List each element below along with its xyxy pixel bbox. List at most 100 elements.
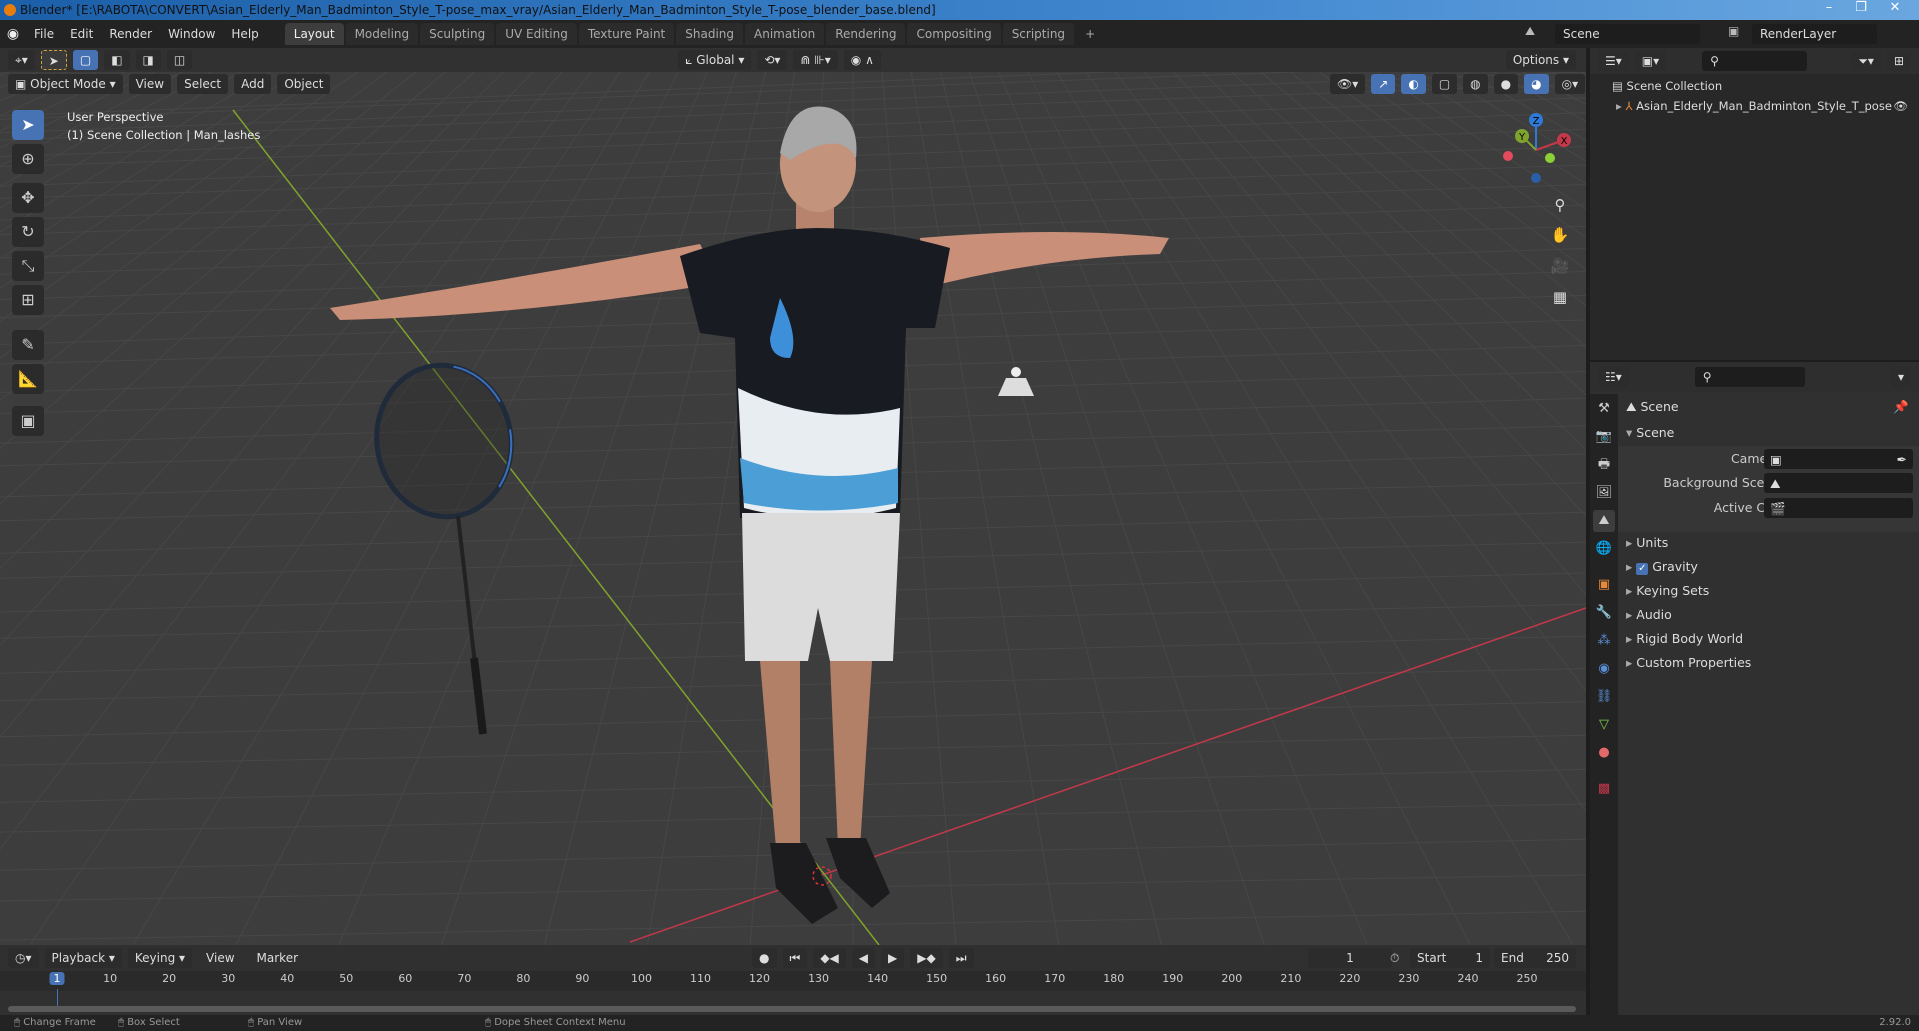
subpanel-rigid-body-world[interactable]: ▸ Rigid Body World [1626,628,1913,650]
transform-orientation-dropdown[interactable]: ⟀ Global ▾ [678,50,752,70]
material-preview-shading-icon[interactable]: ◕ [1524,74,1549,94]
add-cube-tool-icon[interactable]: ▣ [12,406,44,436]
texture-tab-icon[interactable]: ▩ [1593,778,1615,800]
material-tab-icon[interactable]: ● [1593,742,1615,764]
menu-window[interactable]: Window [160,27,223,41]
camera-field[interactable]: ▣ ✒ [1764,449,1913,469]
physics-tab-icon[interactable]: ◉ [1593,658,1615,680]
3d-viewport[interactable]: ⌖▾ ➤ ▢ ◧ ◨ ◫ ⟀ Global ▾ ⟲▾ ⋒ ⊪▾ ◉ ∧ Opti… [0,48,1586,945]
jump-start-icon[interactable]: ⏮ [782,948,808,968]
visibility-icon[interactable]: 👁▾ [1330,74,1366,94]
blender-menu-icon[interactable]: ◉ [0,26,26,42]
select-box-tool-icon[interactable]: ➤ [12,110,44,140]
select-mode-extend-icon[interactable]: ◧ [104,50,130,70]
playback-menu[interactable]: Playback ▾ [44,948,122,968]
keying-menu[interactable]: Keying ▾ [127,948,193,968]
timeline-editor-type-icon[interactable]: ◷▾ [8,948,39,968]
tab-shading[interactable]: Shading [676,23,743,45]
visibility-eye-icon[interactable]: 👁 [1893,96,1908,116]
scene-panel-header[interactable]: ▾ Scene [1626,422,1913,444]
menu-select[interactable]: Select [177,74,229,94]
select-mode-intersect-icon[interactable]: ◫ [166,50,193,70]
particles-tab-icon[interactable]: ⁂ [1593,630,1615,652]
perspective-toggle-icon[interactable]: ▦ [1547,284,1573,310]
view-layer-selector[interactable]: RenderLayer [1752,24,1877,44]
tab-uv-editing[interactable]: UV Editing [496,23,577,45]
properties-editor-type-icon[interactable]: ☷▾ [1598,367,1629,387]
mode-dropdown[interactable]: ▣ Object Mode ▾ [8,74,123,94]
menu-object[interactable]: Object [277,74,331,94]
prev-keyframe-icon[interactable]: ◆◀ [813,948,846,968]
cursor-tool-icon[interactable]: ⊕ [12,144,44,174]
gravity-checkbox[interactable]: ✓ [1636,563,1649,575]
current-frame-field[interactable]: 1 [1308,948,1392,968]
timeline-scrollbar[interactable] [8,1006,1576,1012]
menu-edit[interactable]: Edit [62,27,101,41]
modifier-tab-icon[interactable]: 🔧 [1593,602,1615,624]
zoom-icon[interactable]: ⚲ [1547,192,1573,218]
measure-tool-icon[interactable]: 📐 [12,364,44,394]
tab-layout[interactable]: Layout [284,23,344,45]
menu-view[interactable]: View [128,74,172,94]
scene-tab-icon[interactable]: ⛰ [1593,510,1615,532]
navigation-gizmo[interactable]: Z X Y [1496,108,1576,188]
add-workspace-button[interactable]: + [1076,23,1104,45]
play-icon[interactable]: ▶ [881,948,905,968]
play-reverse-icon[interactable]: ◀ [851,948,876,968]
menu-add[interactable]: Add [234,74,272,94]
next-keyframe-icon[interactable]: ▶◆ [910,948,943,968]
properties-search-input[interactable]: ⚲ [1694,367,1805,387]
marker-menu[interactable]: Marker [249,951,306,965]
tab-texture-paint[interactable]: Texture Paint [578,23,675,45]
annotate-tool-icon[interactable]: ✎ [12,330,44,360]
new-collection-icon[interactable]: ⊞ [1886,51,1911,71]
xray-icon[interactable]: ▢ [1431,74,1458,94]
subpanel-custom-properties[interactable]: ▸ Custom Properties [1626,652,1913,674]
timeline-view-menu[interactable]: View [198,951,242,965]
snap-icon[interactable]: ⋒ ⊪▾ [793,50,838,70]
object-tab-icon[interactable]: ▣ [1593,574,1615,596]
select-mode-new-icon[interactable]: ▢ [72,50,99,70]
proportional-editing-icon[interactable]: ◉ ∧ [843,50,881,70]
pin-icon[interactable]: 📌 [1893,396,1909,418]
move-tool-icon[interactable]: ✥ [12,183,44,213]
menu-render[interactable]: Render [101,27,160,41]
output-tab-icon[interactable]: 🖶 [1593,454,1615,476]
view-layer-filter-icon[interactable]: ▣▾ [1634,51,1667,71]
active-clip-field[interactable]: 🎬 [1764,498,1913,518]
tab-animation[interactable]: Animation [745,23,825,45]
pan-hand-icon[interactable]: ✋ [1547,222,1573,248]
tab-scripting[interactable]: Scripting [1002,23,1075,45]
auto-keying-icon[interactable]: ● [752,948,777,968]
playhead[interactable] [57,989,58,1006]
start-frame-field[interactable]: Start 1 [1410,948,1490,968]
transform-tool-icon[interactable]: ⊞ [12,285,44,315]
camera-view-icon[interactable]: 🎥 [1547,253,1573,279]
constraints-tab-icon[interactable]: ⛓ [1593,686,1615,708]
solid-shading-icon[interactable]: ● [1493,74,1519,94]
outliner-row-scene-collection[interactable]: ▤ Scene Collection [1612,76,1722,96]
gizmo-toggle-icon[interactable]: ↗ [1371,74,1396,94]
tab-compositing[interactable]: Compositing [907,23,1001,45]
world-tab-icon[interactable]: 🌐 [1593,538,1615,560]
render-tab-icon[interactable]: 📷 [1593,426,1615,448]
minimize-button[interactable]: – [1815,0,1843,18]
outliner-row-object[interactable]: ▸ ⅄ Asian_Elderly_Man_Badminton_Style_T_… [1616,96,1916,116]
close-button[interactable]: ✕ [1881,0,1909,18]
restore-button[interactable]: ❐ [1847,0,1875,18]
properties-options-icon[interactable]: ▾ [1890,367,1911,387]
subpanel-units[interactable]: ▸ Units [1626,532,1913,554]
overlays-icon[interactable]: ◐ [1401,74,1426,94]
scene-selector[interactable]: Scene [1555,24,1700,44]
subpanel-audio[interactable]: ▸ Audio [1626,604,1913,626]
options-dropdown[interactable]: Options ▾ [1505,50,1576,70]
view-layer-tab-icon[interactable]: 🖼 [1593,482,1615,504]
select-mode-subtract-icon[interactable]: ◨ [135,50,161,70]
outliner-search-input[interactable]: ⚲ [1702,51,1808,71]
data-tab-icon[interactable]: ▽ [1593,714,1615,736]
rendered-shading-icon[interactable]: ◎▾ [1554,74,1586,94]
pivot-point-icon[interactable]: ⟲▾ [757,50,788,70]
menu-help[interactable]: Help [223,27,266,41]
wireframe-shading-icon[interactable]: ◍ [1463,74,1488,94]
rotate-tool-icon[interactable]: ↻ [12,217,44,247]
